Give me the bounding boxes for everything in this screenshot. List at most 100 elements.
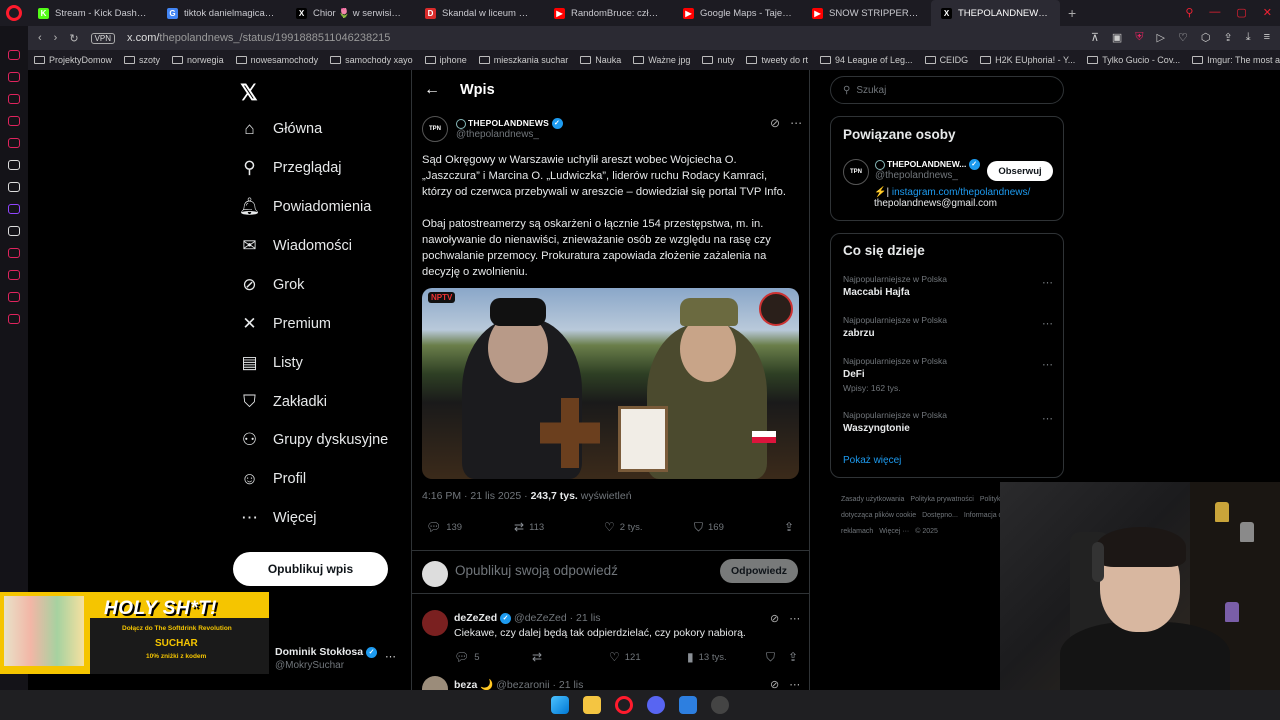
grok-explain-icon[interactable]: ⊘ bbox=[770, 612, 779, 625]
extensions-icon[interactable]: ⬡ bbox=[1201, 31, 1211, 44]
follow-button[interactable]: Obserwuj bbox=[987, 161, 1053, 181]
bookmark-item[interactable]: iphone bbox=[424, 55, 467, 65]
browser-tab[interactable]: ▶ SNOW STRIPPERS - Ul... bbox=[802, 0, 931, 26]
comment-repost[interactable]: ⇄ bbox=[532, 650, 542, 664]
share-icon[interactable]: ⇪ bbox=[1223, 31, 1232, 44]
bio-link[interactable]: instagram.com/thepolandnews/ bbox=[892, 187, 1030, 198]
x-logo-icon[interactable]: 𝕏 bbox=[240, 80, 258, 106]
opera-logo-icon[interactable] bbox=[6, 5, 22, 21]
comment-avatar[interactable] bbox=[422, 610, 448, 636]
related-avatar[interactable]: TPN bbox=[843, 159, 869, 185]
bookmark-item[interactable]: Imgur: The most a... bbox=[1192, 55, 1280, 65]
trend-item[interactable]: Najpopularniejsze w Polska DeFi Wpisy: 162… bbox=[843, 356, 1053, 393]
bookmark-item[interactable]: samochody xayo bbox=[330, 55, 413, 65]
pinboard-icon[interactable] bbox=[8, 248, 20, 258]
pin-icon[interactable]: ⊼ bbox=[1091, 31, 1099, 44]
bookmark-item[interactable]: tweety do rt bbox=[746, 55, 808, 65]
browser-tab[interactable]: ▶ Google Maps - Tajemnic... bbox=[673, 0, 802, 26]
history-icon[interactable] bbox=[8, 72, 20, 82]
wallet-icon[interactable] bbox=[8, 94, 20, 104]
bookmark-action[interactable]: ⛉ 169 bbox=[694, 520, 724, 535]
file-explorer-icon[interactable] bbox=[583, 696, 601, 714]
search-input[interactable]: Szukaj bbox=[856, 85, 886, 96]
bookmark-item[interactable]: nowesamochody bbox=[235, 55, 318, 65]
reload-icon[interactable]: ↻ bbox=[69, 32, 78, 45]
chat-icon[interactable] bbox=[8, 292, 20, 302]
footer-link[interactable]: Dostępno... bbox=[922, 512, 958, 519]
minimize-icon[interactable]: — bbox=[1209, 6, 1220, 19]
reply-action[interactable]: 💬︎ 139 bbox=[426, 520, 462, 534]
shield-icon[interactable]: ⛨ bbox=[1135, 31, 1143, 44]
footer-link[interactable]: Więcej ··· bbox=[879, 528, 909, 535]
nav-item-people[interactable]: ⚇ Grupy dyskusyjne bbox=[240, 430, 388, 449]
browser-tab[interactable]: ▶ RandomBruce: człowiek -... bbox=[544, 0, 673, 26]
like-action[interactable]: ♡ 2 tys. bbox=[604, 520, 642, 534]
footer-link[interactable]: Zasady użytkowania bbox=[841, 496, 904, 503]
bookmark-item[interactable]: Tylko Gucio - Cov... bbox=[1087, 55, 1180, 65]
comment-handle[interactable]: @bezaronii · 21 lis bbox=[496, 679, 583, 690]
grok-explain-icon[interactable]: ⊘ bbox=[770, 678, 779, 690]
browser-tab[interactable]: D Skandal w liceum w Krak... bbox=[415, 0, 544, 26]
bookmark-item[interactable]: CEIDG bbox=[924, 55, 968, 65]
browser-tab[interactable]: X Chior 🌷 w serwisie X: „I... bbox=[286, 0, 415, 26]
x-sidebar-icon[interactable] bbox=[8, 226, 20, 236]
clock-icon[interactable] bbox=[8, 270, 20, 280]
tweet-time[interactable]: 4:16 PM · 21 lis 2025 · bbox=[422, 490, 531, 502]
more-icon[interactable]: ⋯ bbox=[789, 678, 800, 690]
related-handle[interactable]: @thepolandnews_ bbox=[875, 170, 980, 181]
bookmark-item[interactable]: mieszkania suchar bbox=[478, 55, 568, 65]
comment-avatar[interactable] bbox=[422, 676, 448, 690]
nav-item-home[interactable]: ⌂ Główna bbox=[240, 119, 322, 138]
heart-icon[interactable]: ♡ bbox=[1178, 31, 1188, 44]
new-tab-icon[interactable]: + bbox=[1060, 5, 1084, 21]
author-name[interactable]: THEPOLANDNEWS bbox=[468, 118, 549, 128]
tweet-media-image[interactable]: NPTV bbox=[422, 288, 799, 479]
comment-name[interactable]: beza 🌙 bbox=[454, 679, 493, 690]
nav-item-grok[interactable]: ⊘ Grok bbox=[240, 275, 304, 294]
show-more-link[interactable]: Pokaż więcej bbox=[843, 455, 901, 466]
url-field[interactable]: x.com/thepolandnews_/status/199188851104… bbox=[127, 32, 390, 44]
author-avatar[interactable]: TPN bbox=[422, 116, 448, 142]
discord-icon[interactable] bbox=[647, 696, 665, 714]
author-handle[interactable]: @thepolandnews_ bbox=[456, 129, 563, 140]
download-icon[interactable]: ⤓ bbox=[1246, 31, 1251, 44]
trend-item[interactable]: Najpopularniejsze w Polska Waszyngtonie ⋯ bbox=[843, 410, 1053, 434]
browser-tab[interactable]: K Stream - Kick Dashboard bbox=[28, 0, 157, 26]
more-icon[interactable]: ⋯ bbox=[1042, 358, 1053, 371]
account-more-icon[interactable]: ⋯ bbox=[385, 650, 396, 663]
start-icon[interactable] bbox=[551, 696, 569, 714]
opera-taskbar-icon[interactable] bbox=[615, 696, 633, 714]
player-icon[interactable] bbox=[8, 116, 20, 126]
more-icon[interactable]: ⋯ bbox=[1042, 317, 1053, 330]
nav-item-more-circle[interactable]: ⋯ Więcej bbox=[240, 508, 317, 527]
obs-icon[interactable] bbox=[711, 696, 729, 714]
comment[interactable]: beza 🌙 @bezaronii · 21 lis ⊘ ⋯ bbox=[412, 676, 809, 690]
comment-handle[interactable]: @deZeZed · 21 lis bbox=[514, 612, 601, 624]
comment-views[interactable]: ▮ 13 tys. bbox=[687, 650, 727, 664]
comment-bookmark[interactable]: ⛉ bbox=[766, 650, 775, 665]
search-box[interactable]: ⚲ Szukaj bbox=[830, 76, 1064, 104]
bookmark-item[interactable]: H2K EUphoria! - Y... bbox=[980, 55, 1075, 65]
related-name[interactable]: THEPOLANDNEW... bbox=[887, 159, 966, 169]
reply-button[interactable]: Odpowiedz bbox=[720, 559, 798, 583]
twitch-icon[interactable] bbox=[8, 204, 20, 214]
back-arrow-icon[interactable]: ← bbox=[424, 81, 440, 99]
footer-link[interactable]: © 2025 bbox=[915, 528, 938, 535]
nav-item-search[interactable]: ⚲ Przeglądaj bbox=[240, 158, 341, 177]
play-icon[interactable]: ▷ bbox=[1157, 31, 1165, 44]
account-switcher[interactable]: Dominik Stokłosa ✓ @MokrySuchar bbox=[275, 646, 378, 671]
forward-icon[interactable]: › bbox=[54, 32, 58, 44]
comment-share[interactable]: ⇪ bbox=[788, 650, 798, 664]
my-avatar[interactable] bbox=[422, 561, 448, 587]
nav-item-person[interactable]: ☺ Profil bbox=[240, 469, 306, 488]
app-icon[interactable] bbox=[679, 696, 697, 714]
search-tabs-icon[interactable]: ⚲ bbox=[1185, 6, 1193, 19]
comment-name[interactable]: deZeZed bbox=[454, 612, 497, 624]
tiktok-icon[interactable] bbox=[8, 160, 20, 170]
browser-tab[interactable]: Gtiktok danielmagical - Sz... bbox=[157, 0, 286, 26]
back-icon[interactable]: ‹ bbox=[38, 32, 42, 44]
reply-input[interactable]: Opublikuj swoją odpowiedź bbox=[455, 563, 618, 578]
settings-icon[interactable] bbox=[8, 314, 20, 324]
bookmark-item[interactable]: nuty bbox=[702, 55, 734, 65]
trend-item[interactable]: Najpopularniejsze w Polska Maccabi Hajfa ⋯ bbox=[843, 274, 1053, 298]
